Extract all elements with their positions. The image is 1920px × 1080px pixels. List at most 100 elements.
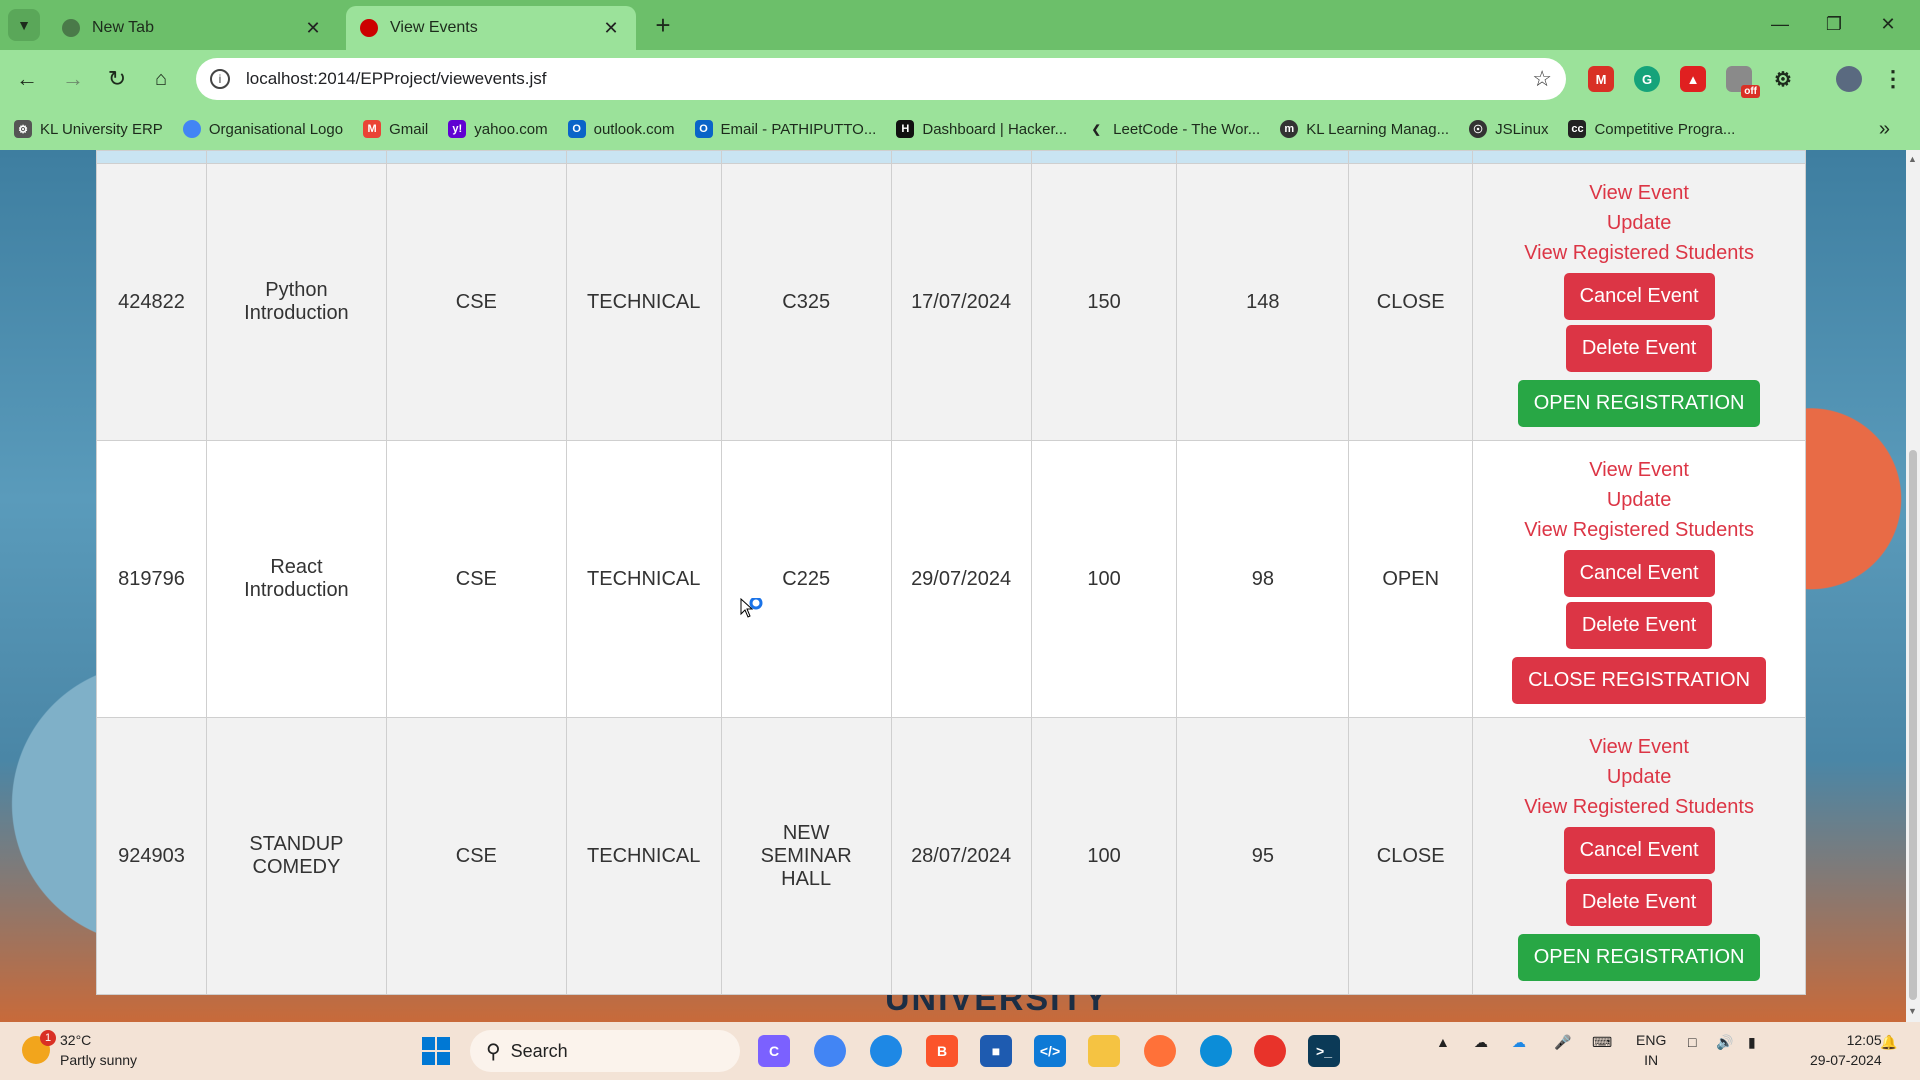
delete-event-button[interactable]: Delete Event <box>1565 324 1713 372</box>
weather-desc: Partly sunny <box>60 1052 138 1068</box>
keyboard-icon[interactable]: ⌨ <box>1592 1034 1612 1051</box>
new-tab-button[interactable]: + <box>648 10 678 40</box>
view-event-link[interactable]: View Event <box>1481 178 1797 208</box>
vscode-icon[interactable]: </> <box>1034 1035 1066 1067</box>
puzzle-icon[interactable]: ⚙ <box>1770 66 1796 92</box>
bookmark-item[interactable]: O Email - PATHIPUTTO... <box>694 120 876 138</box>
table-row: 424822 Python Introduction CSE TECHNICAL C32… <box>96 163 1806 441</box>
extension-m-icon[interactable]: M <box>1588 66 1614 92</box>
cell-venue: NEW SEMINAR HALL <box>720 717 892 995</box>
weather-widget[interactable]: 1 32°C Partly sunny <box>22 1030 137 1070</box>
pdf-icon[interactable]: ▲ <box>1680 66 1706 92</box>
bookmark-item[interactable]: ⚙ KL University ERP <box>14 120 163 138</box>
bookmark-item[interactable]: Ooutlook.com <box>567 120 675 138</box>
forward-button[interactable]: → <box>56 62 90 96</box>
firefox-icon[interactable] <box>1144 1035 1176 1067</box>
microphone-icon[interactable]: 🎤 <box>1554 1034 1571 1051</box>
update-link[interactable]: Update <box>1481 485 1797 515</box>
cell-name: Python Introduction <box>205 163 387 441</box>
file-explorer-icon[interactable] <box>1088 1035 1120 1067</box>
gear-icon: ⚙ <box>14 120 32 138</box>
reload-button[interactable]: ↻ <box>100 62 134 96</box>
menu-icon[interactable]: ⋮ <box>1880 66 1906 92</box>
avatar[interactable] <box>1836 66 1862 92</box>
window-close-button[interactable]: ✕ <box>1866 8 1910 40</box>
site-info-icon[interactable]: i <box>210 69 230 89</box>
onedrive-icon[interactable]: ☁ <box>1512 1034 1526 1051</box>
edge-icon[interactable] <box>1200 1035 1232 1067</box>
extension-off-icon[interactable]: off <box>1726 66 1760 98</box>
copilot-icon[interactable]: C <box>758 1035 790 1067</box>
minimize-button[interactable]: — <box>1758 8 1802 40</box>
cloud-icon[interactable]: ☁ <box>1474 1034 1488 1051</box>
bookmark-item[interactable]: M Gmail <box>363 120 428 138</box>
registration-toggle-button[interactable]: OPEN REGISTRATION <box>1517 933 1761 981</box>
brave-icon[interactable]: B <box>926 1035 958 1067</box>
close-icon[interactable]: ✕ <box>600 17 622 39</box>
cell-capacity: 100 <box>1030 440 1178 718</box>
view-event-link[interactable]: View Event <box>1481 732 1797 762</box>
registration-toggle-button[interactable]: OPEN REGISTRATION <box>1517 379 1761 427</box>
reload-icon: ↻ <box>107 66 127 91</box>
view-registered-students-link[interactable]: View Registered Students <box>1481 515 1797 545</box>
windows-start-icon[interactable] <box>420 1035 452 1067</box>
taskbar-clock[interactable]: 12:05 29-07-2024 <box>1810 1030 1882 1070</box>
scrollbar-thumb[interactable] <box>1909 450 1917 1000</box>
cell-dept: CSE <box>385 717 567 995</box>
home-button[interactable]: ⌂ <box>144 62 178 96</box>
scroll-up-icon[interactable]: ▲ <box>1908 154 1917 164</box>
back-button[interactable]: ← <box>10 62 44 96</box>
search-icon: ⚲ <box>486 1040 501 1063</box>
restore-button[interactable]: ❐ <box>1812 8 1856 40</box>
close-icon[interactable]: ✕ <box>302 17 324 39</box>
bookmark-item[interactable]: y! yahoo.com <box>448 120 548 138</box>
network-icon[interactable]: □ <box>1688 1034 1696 1050</box>
chrome-icon <box>62 19 80 37</box>
view-event-link[interactable]: View Event <box>1481 455 1797 485</box>
view-registered-students-link[interactable]: View Registered Students <box>1481 792 1797 822</box>
view-registered-students-link[interactable]: View Registered Students <box>1481 238 1797 268</box>
grammarly-icon[interactable]: G <box>1634 66 1660 92</box>
page-scrollbar[interactable]: ▲ ▼ <box>1906 150 1920 1022</box>
update-link[interactable]: Update <box>1481 208 1797 238</box>
app-icon[interactable] <box>1254 1035 1286 1067</box>
browser-taskbar-icon[interactable] <box>870 1035 902 1067</box>
cell-name: React Introduction <box>205 440 387 718</box>
table-row: 819796 React Introduction CSE TECHNICAL C225… <box>96 440 1806 718</box>
cancel-event-button[interactable]: Cancel Event <box>1563 549 1715 597</box>
store-icon[interactable]: ■ <box>980 1035 1012 1067</box>
delete-event-button[interactable]: Delete Event <box>1565 601 1713 649</box>
bookmark-item[interactable]: cc Competitive Progra... <box>1568 120 1735 138</box>
bookmarks-bar: ⚙ KL University ERP Organisational Logo M… <box>0 108 1920 150</box>
delete-event-button[interactable]: Delete Event <box>1565 878 1713 926</box>
update-link[interactable]: Update <box>1481 762 1797 792</box>
registration-toggle-button[interactable]: CLOSE REGISTRATION <box>1512 656 1767 704</box>
taskbar-search[interactable]: ⚲ Search <box>470 1030 740 1072</box>
bookmark-item[interactable]: ❮ LeetCode - The Wor... <box>1087 120 1261 138</box>
tab-view-events[interactable]: View Events ✕ <box>346 6 636 50</box>
star-icon[interactable]: ☆ <box>1532 66 1552 92</box>
arrow-left-icon: ← <box>16 66 38 91</box>
address-bar[interactable]: i localhost:2014/EPProject/viewevents.js… <box>196 58 1566 100</box>
cancel-event-button[interactable]: Cancel Event <box>1563 272 1715 320</box>
bookmark-item[interactable]: ☉ JSLinux <box>1469 120 1548 138</box>
outlook-icon: O <box>694 120 713 138</box>
chevron-double-right-icon[interactable]: » <box>1879 118 1890 141</box>
volume-icon[interactable]: 🔊 <box>1716 1034 1733 1051</box>
notification-bell-icon[interactable]: 🔔 <box>1880 1034 1897 1051</box>
cancel-event-button[interactable]: Cancel Event <box>1563 826 1715 874</box>
weather-sun-icon: 1 <box>22 1030 56 1064</box>
battery-icon[interactable]: ▮ <box>1748 1034 1756 1051</box>
cell-name: STANDUP COMEDY <box>205 717 387 995</box>
tab-new-tab[interactable]: New Tab ✕ <box>48 6 338 50</box>
tab-search-button[interactable]: ▼ <box>8 9 40 41</box>
chevron-up-icon[interactable]: ▲ <box>1436 1034 1450 1050</box>
scroll-down-icon[interactable]: ▼ <box>1908 1006 1917 1016</box>
bookmark-item[interactable]: Organisational Logo <box>182 120 343 138</box>
bookmark-item[interactable]: m KL Learning Manag... <box>1280 120 1449 138</box>
cc-icon: cc <box>1568 120 1587 138</box>
language-indicator[interactable]: ENG IN <box>1636 1030 1666 1070</box>
terminal-icon[interactable]: >_ <box>1308 1035 1340 1067</box>
bookmark-item[interactable]: H Dashboard | Hacker... <box>896 120 1067 138</box>
chrome-taskbar-icon[interactable] <box>814 1035 846 1067</box>
